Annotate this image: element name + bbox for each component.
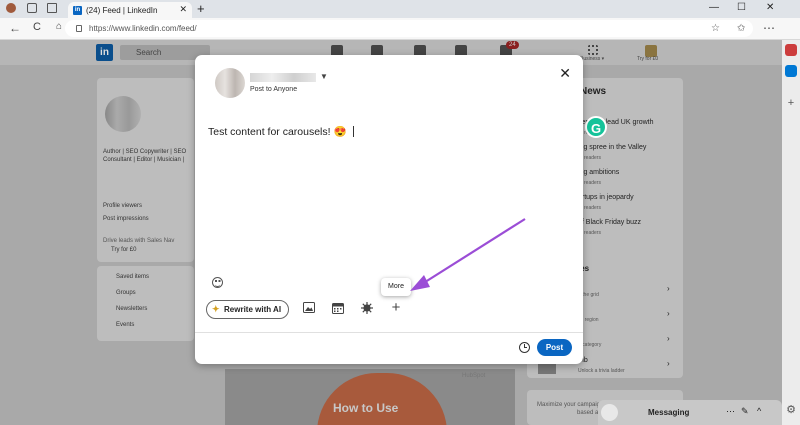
arrow-head bbox=[410, 275, 430, 291]
annotation-arrow bbox=[410, 218, 526, 291]
arrow-shaft bbox=[421, 218, 526, 285]
